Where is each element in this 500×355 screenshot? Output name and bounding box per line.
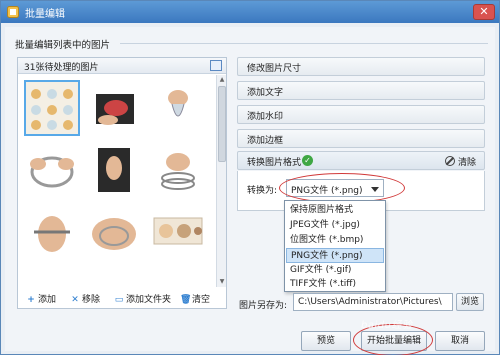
option-add-text-label: 添加文字 [247,88,284,98]
thumbnail-header: 31张待处理的图片 [18,58,226,74]
thumbnail-image[interactable] [150,142,206,198]
window-title: 批量编辑 [25,9,65,20]
add-label: 添加 [38,295,57,305]
thumbnail-image[interactable] [24,80,80,136]
save-as-label: 图片另存为: [239,301,288,311]
browse-button[interactable]: 浏览 [456,293,484,311]
format-option[interactable]: TIFF文件 (*.tiff) [286,277,384,292]
thumbnail-graphic [86,204,142,260]
format-option[interactable]: 位图文件 (*.bmp) [286,233,384,248]
thumbnail-image[interactable] [150,80,206,136]
option-add-watermark[interactable]: 添加水印 [237,105,485,124]
option-add-watermark-label: 添加水印 [247,112,284,122]
app-icon [7,6,19,18]
thumbnail-graphic [86,142,142,198]
thumbnail-panel: 31张待处理的图片 ▲ ▼ + 添加 ✕ 移除 ▭ 添加文件夹 🗑清空 [17,57,227,309]
thumbnail-image[interactable] [86,204,142,260]
thumbnail-graphic [150,142,206,198]
thumbnail-count-label: 31张待处理的图片 [24,63,99,73]
plus-icon: + [27,295,35,305]
option-resize[interactable]: 修改图片尺寸 [237,57,485,76]
option-add-border[interactable]: 添加边框 [237,129,485,148]
option-add-text[interactable]: 添加文字 [237,81,485,100]
clear-format-button[interactable]: 清除 [444,155,476,168]
format-dropdown-list: 保持原图片格式 JPEG文件 (*.jpg) 位图文件 (*.bmp) PNG文… [284,200,386,292]
thumbnail-scrollbar[interactable]: ▲ ▼ [216,75,226,287]
thumbnail-graphic [24,142,80,198]
thumbnail-image[interactable] [24,204,80,260]
thumbnail-image[interactable] [150,204,206,260]
remove-button[interactable]: ✕ 移除 [70,292,100,305]
remove-label: 移除 [82,295,101,305]
convert-to-label: 转换为: [247,186,278,196]
format-option-selected[interactable]: PNG文件 (*.png) [286,248,384,263]
option-convert-format-label: 转换图片格式 [247,158,302,168]
thumbnail-graphic [150,80,206,136]
trash-icon: 🗑 [180,295,192,305]
watermark-text: baidu经验 [361,320,413,331]
image-view-icon[interactable] [210,60,222,71]
highlight-ellipse [279,173,405,203]
check-icon: ✓ [302,155,313,166]
section-title: 批量编辑列表中的图片 [15,40,111,51]
add-folder-button[interactable]: ▭ 添加文件夹 [114,292,171,305]
section-divider [120,43,488,44]
option-convert-format[interactable]: 转换图片格式 ✓ 清除 [237,151,485,170]
clear-all-button[interactable]: 🗑清空 [180,292,210,305]
option-resize-label: 修改图片尺寸 [247,64,302,74]
thumbnail-graphic [24,204,80,260]
scroll-up-icon[interactable]: ▲ [218,76,226,84]
title-bar: 批量编辑 ✕ [1,1,499,23]
scroll-down-icon[interactable]: ▼ [218,278,226,286]
save-path-field[interactable]: C:\Users\Administrator\Pictures\ [293,293,453,311]
close-icon: ✕ [479,5,489,18]
clear-format-label: 清除 [457,158,476,168]
add-folder-label: 添加文件夹 [126,295,172,305]
thumbnail-graphic [86,80,142,136]
x-icon: ✕ [71,295,79,305]
format-option[interactable]: GIF文件 (*.gif) [286,263,384,278]
thumbnail-toolbar: + 添加 ✕ 移除 ▭ 添加文件夹 🗑清空 [18,288,226,308]
batch-edit-window: 批量编辑 ✕ 批量编辑列表中的图片 31张待处理的图片 ▲ ▼ + 添加 ✕ 移… [0,0,500,355]
scrollbar-thumb[interactable] [218,86,226,162]
thumbnail-image[interactable] [86,142,142,198]
folder-icon: ▭ [114,295,124,305]
cancel-button[interactable]: 取消 [435,331,485,351]
preview-button[interactable]: 预览 [301,331,351,351]
thumbnail-graphic [150,204,206,260]
format-option[interactable]: JPEG文件 (*.jpg) [286,218,384,233]
format-option[interactable]: 保持原图片格式 [286,203,384,218]
thumbnail-image[interactable] [86,80,142,136]
thumbnail-image[interactable] [24,142,80,198]
ban-icon [444,156,455,166]
close-button[interactable]: ✕ [473,4,495,20]
add-button[interactable]: + 添加 [26,292,56,305]
thumbnail-graphic [26,82,78,134]
save-path-value: C:\Users\Administrator\Pictures\ [298,297,442,307]
clear-all-label: 清空 [192,295,211,305]
option-add-border-label: 添加边框 [247,136,284,146]
